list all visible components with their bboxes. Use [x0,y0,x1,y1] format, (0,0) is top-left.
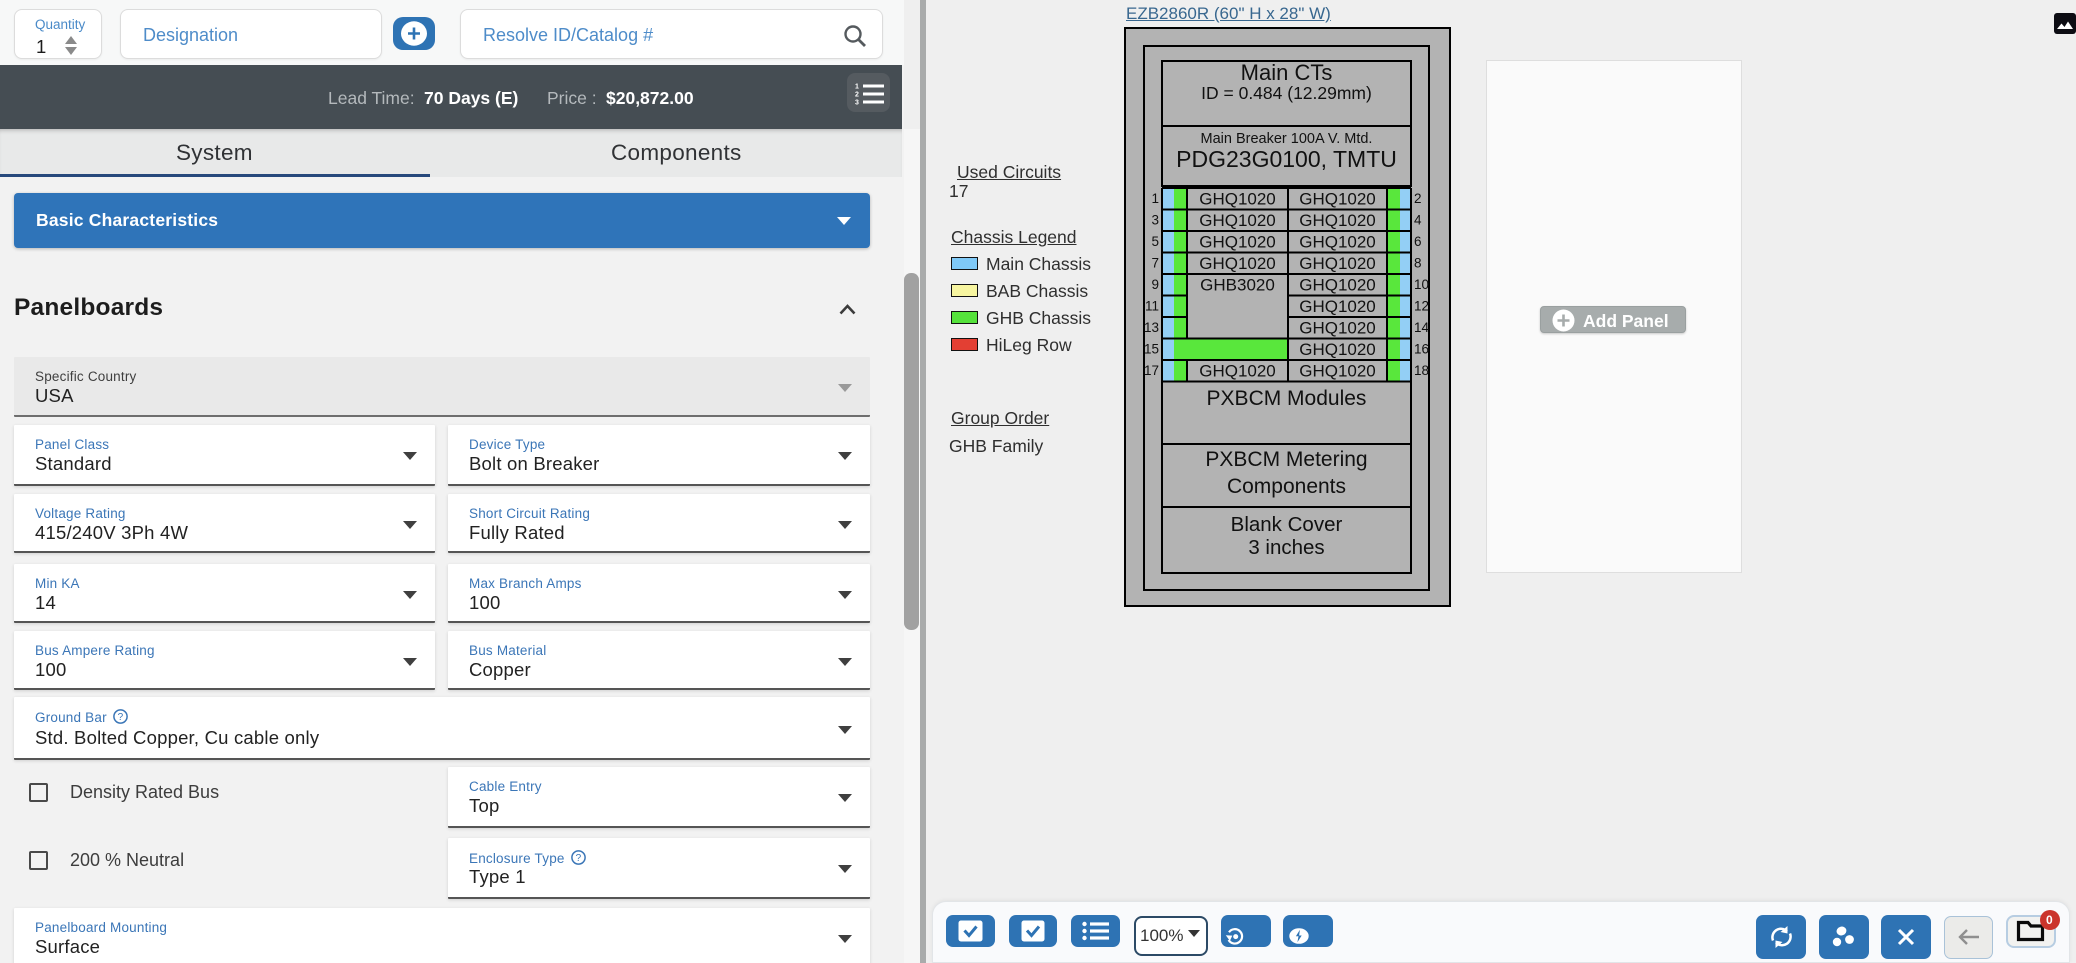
svg-text:GHQ1020: GHQ1020 [1299,340,1376,359]
svg-text:GHQ1020: GHQ1020 [1199,254,1276,273]
svg-text:3 inches: 3 inches [1248,536,1324,559]
svg-text:GHQ1020: GHQ1020 [1299,190,1376,209]
svg-text:1: 1 [1151,191,1159,206]
svg-text:8: 8 [1414,256,1422,271]
svg-text:5: 5 [1151,234,1159,249]
svg-text:ID = 0.484 (12.29mm): ID = 0.484 (12.29mm) [1201,83,1372,103]
svg-text:Blank Cover: Blank Cover [1231,513,1343,536]
svg-text:PXBCM Modules: PXBCM Modules [1207,387,1367,410]
svg-text:14: 14 [1414,320,1430,335]
svg-text:15: 15 [1144,342,1159,357]
svg-text:GHQ1020: GHQ1020 [1299,362,1376,381]
svg-text:16: 16 [1414,342,1429,357]
svg-text:2: 2 [1414,191,1422,206]
svg-text:GHQ1020: GHQ1020 [1299,211,1376,230]
svg-text:GHQ1020: GHQ1020 [1299,276,1376,295]
svg-text:9: 9 [1151,277,1159,292]
svg-text:3: 3 [1151,213,1159,228]
svg-text:GHQ1020: GHQ1020 [1299,254,1376,273]
svg-text:GHQ1020: GHQ1020 [1199,233,1276,252]
svg-text:?: ? [117,712,123,723]
svg-text:Components: Components [1227,475,1346,498]
svg-text:GHQ1020: GHQ1020 [1199,190,1276,209]
svg-text:10: 10 [1414,277,1429,292]
svg-text:11: 11 [1145,299,1159,314]
svg-text:GHQ1020: GHQ1020 [1299,233,1376,252]
svg-text:13: 13 [1144,320,1159,335]
svg-text:2: 2 [855,92,859,99]
svg-text:PDG23G0100, TMTU: PDG23G0100, TMTU [1176,146,1397,172]
svg-text:Main Breaker 100A V. Mtd.: Main Breaker 100A V. Mtd. [1201,131,1373,147]
svg-text:GHB3020: GHB3020 [1200,276,1275,295]
svg-text:3: 3 [855,100,859,106]
svg-text:PXBCM Metering: PXBCM Metering [1205,448,1367,471]
svg-text:17: 17 [1144,363,1159,378]
svg-text:12: 12 [1414,299,1429,314]
svg-text:GHQ1020: GHQ1020 [1299,297,1376,316]
svg-text:7: 7 [1151,256,1159,271]
svg-text:?: ? [575,853,581,864]
svg-text:18: 18 [1414,363,1429,378]
svg-text:GHQ1020: GHQ1020 [1199,362,1276,381]
svg-text:1: 1 [855,84,859,91]
svg-text:6: 6 [1414,234,1422,249]
svg-text:GHQ1020: GHQ1020 [1199,211,1276,230]
svg-text:GHQ1020: GHQ1020 [1299,319,1376,338]
svg-text:4: 4 [1414,213,1422,228]
svg-text:Main CTs: Main CTs [1241,60,1333,85]
